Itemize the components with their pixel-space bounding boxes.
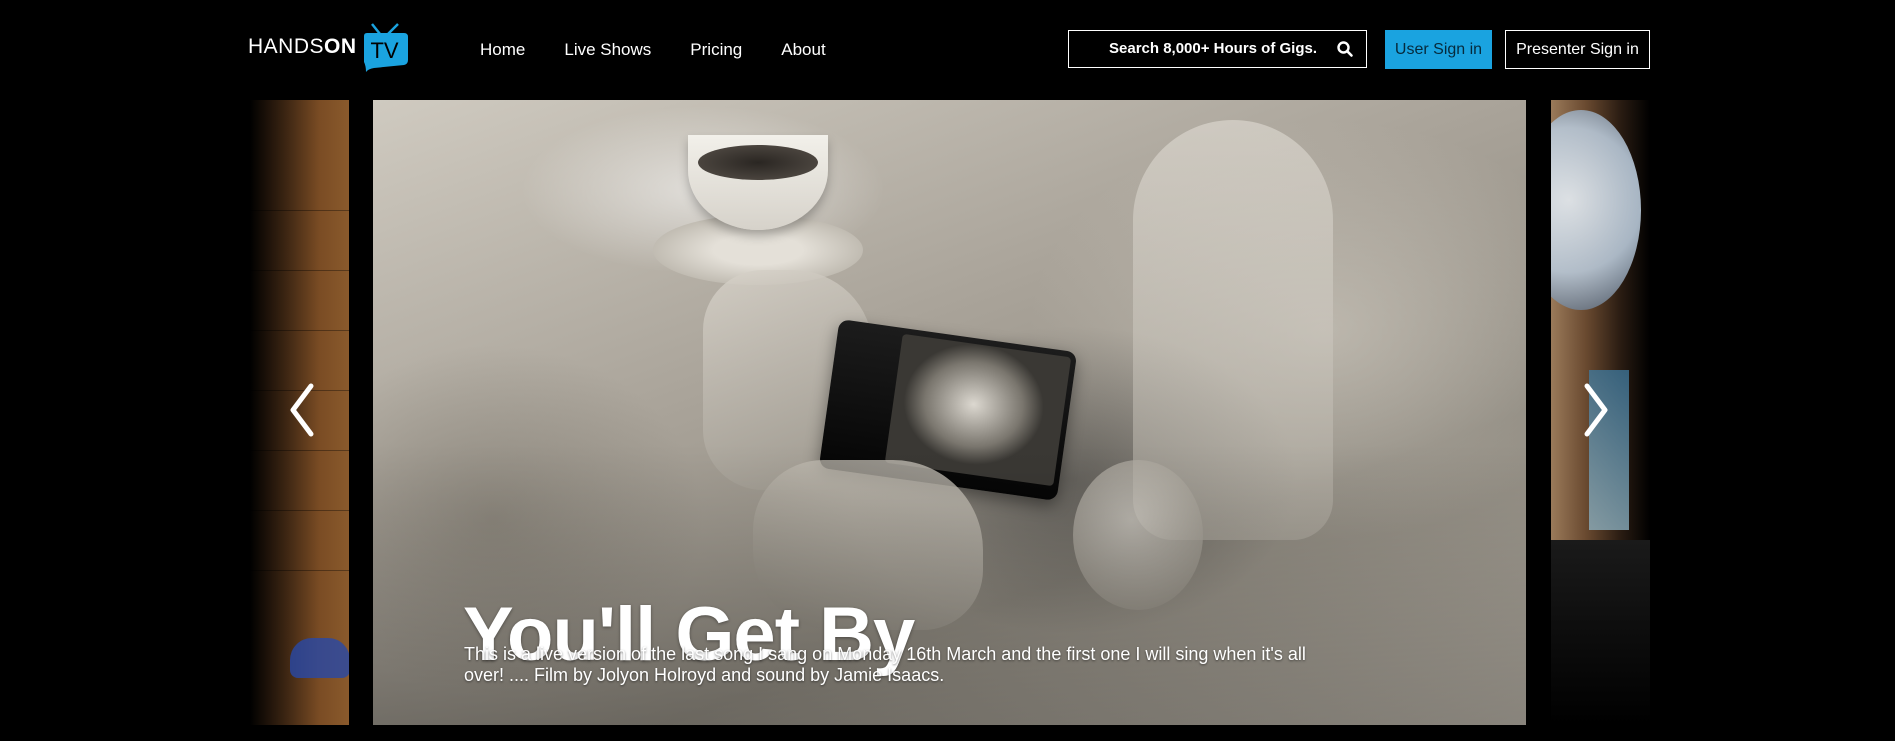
chevron-left-icon[interactable] (287, 382, 317, 438)
logo-wordmark-bold: ON (324, 35, 357, 58)
slide-description: This is a live version of the last song … (464, 644, 1306, 685)
chevron-right-icon[interactable] (1581, 382, 1611, 438)
search-icon[interactable] (1336, 40, 1354, 58)
search-box[interactable]: Search 8,000+ Hours of Gigs. (1068, 30, 1367, 68)
user-sign-in-button[interactable]: User Sign in (1385, 30, 1492, 69)
handson-tv-logo[interactable]: HANDSON TV (248, 16, 408, 78)
search-input[interactable]: Search 8,000+ Hours of Gigs. (1109, 40, 1317, 57)
nav-live-shows-link[interactable]: Live Shows (564, 40, 651, 60)
top-navigation-bar: HANDSON TV Home Live Shows Pricing About… (0, 0, 1895, 100)
nav-pricing-link[interactable]: Pricing (690, 40, 742, 60)
plate-shape (1551, 110, 1641, 310)
tv-badge-icon: TV (360, 22, 408, 72)
logo-wordmark: HANDSON (248, 35, 357, 59)
chair-shape (290, 638, 349, 678)
presenter-sign-in-button[interactable]: Presenter Sign in (1505, 30, 1650, 69)
dark-shape (1551, 540, 1650, 725)
logo-wordmark-light: HANDS (248, 35, 325, 58)
active-slide[interactable]: You'll Get By This is a live version of … (373, 100, 1526, 725)
main-nav: Home Live Shows Pricing About (480, 40, 865, 60)
nav-about-link[interactable]: About (781, 40, 825, 60)
tv-badge-label: TV (370, 38, 399, 63)
nav-home-link[interactable]: Home (480, 40, 525, 60)
